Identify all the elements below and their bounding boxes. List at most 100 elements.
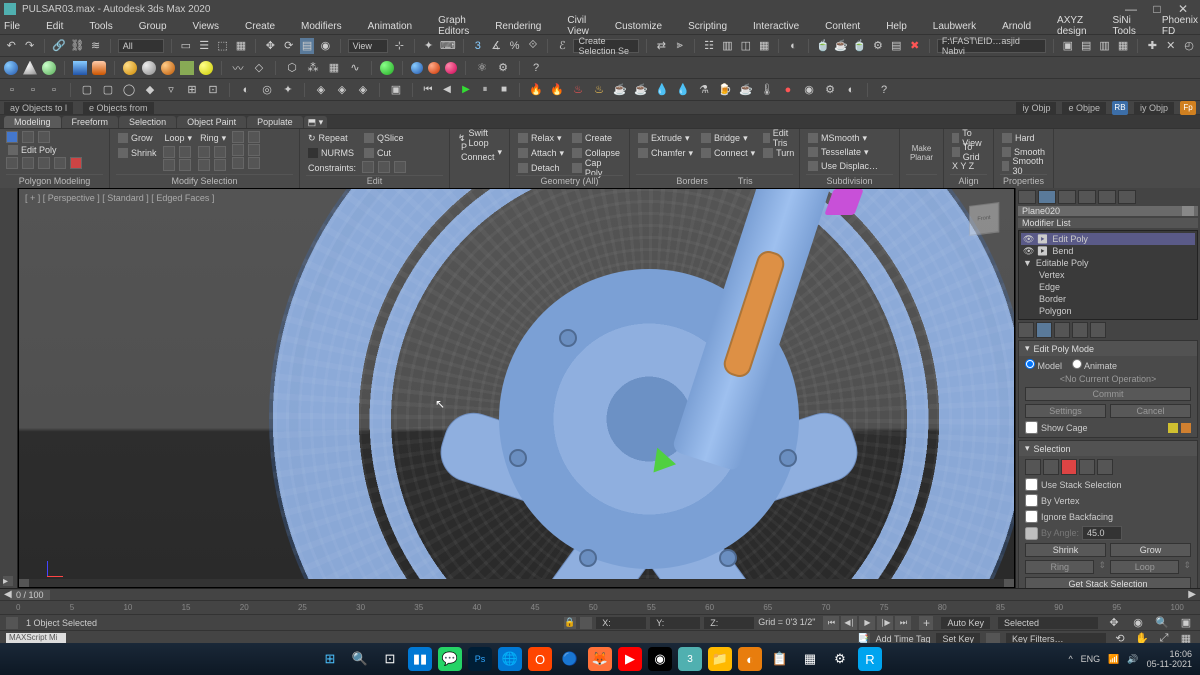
caphole-button[interactable]: Cap Poly	[570, 161, 623, 175]
play[interactable]: ▶	[859, 616, 875, 630]
menu-civil-view[interactable]: Civil View	[567, 15, 589, 37]
object-name-field[interactable]: Plane020	[1018, 206, 1198, 216]
create-button[interactable]: Create	[570, 131, 623, 145]
prev-key[interactable]: ◀∣	[841, 616, 857, 630]
t7[interactable]: ⊡	[205, 82, 221, 98]
extra-tool-g[interactable]: ◴	[1182, 38, 1196, 54]
material-editor-button[interactable]: ◐	[786, 38, 800, 54]
mirror-button[interactable]: ⇄	[654, 38, 668, 54]
menu-customize[interactable]: Customize	[615, 21, 662, 32]
togrid-button[interactable]: To Grid	[950, 145, 987, 159]
cyl-icon[interactable]	[92, 61, 106, 75]
new-scene-button[interactable]: ▫	[4, 82, 20, 98]
auto-key-button[interactable]: Auto Key	[941, 617, 990, 629]
fire-f-icon[interactable]: ☕	[633, 82, 649, 98]
app-b-icon[interactable]: ▦	[798, 647, 822, 671]
tray-chevron[interactable]: ^	[1068, 654, 1072, 664]
isolate-button[interactable]: +	[919, 616, 933, 630]
fire-a-icon[interactable]: 🔥	[528, 82, 544, 98]
path-display[interactable]: F:\FAST\EID…asjid Nabvi	[937, 39, 1046, 53]
qslice-button[interactable]: QSlice	[362, 131, 406, 145]
px-c-icon[interactable]: ☕	[738, 82, 754, 98]
help2-icon[interactable]: ?	[876, 82, 892, 98]
motion-panel-tab[interactable]	[1078, 190, 1096, 204]
photoshop-icon[interactable]: Ps	[468, 647, 492, 671]
time-slider[interactable]: ◀ 0 / 100 ▶	[0, 588, 1200, 600]
px-b-icon[interactable]: 🍺	[717, 82, 733, 98]
percent-snap-button[interactable]: %	[507, 38, 521, 54]
unlink-button[interactable]: ⛓	[70, 38, 84, 54]
rb-badge[interactable]: RB	[1112, 101, 1128, 115]
start-button[interactable]: ⊞	[318, 647, 342, 671]
plane-icon[interactable]	[180, 61, 194, 75]
tab-freeform[interactable]: Freeform	[62, 116, 119, 128]
loop-button[interactable]: Loop▾	[163, 131, 195, 145]
maximize-button[interactable]: □	[1144, 2, 1170, 16]
polygon-modeling-group[interactable]: Polygon Modeling	[6, 174, 103, 186]
whatsapp-icon[interactable]: 💬	[438, 647, 462, 671]
menu-interactive[interactable]: Interactive	[753, 21, 799, 32]
bind-button[interactable]: ≋	[88, 38, 102, 54]
compound-icon[interactable]: ⬡	[284, 60, 300, 76]
nav-a[interactable]: ✥	[1106, 615, 1122, 631]
select-by-name-button[interactable]: ☰	[197, 38, 211, 54]
nav-d[interactable]: ▣	[1178, 615, 1194, 631]
curve-editor-button[interactable]: ◫	[739, 38, 753, 54]
tab-toggle[interactable]: ⬒ ▾	[304, 116, 328, 128]
menu-rendering[interactable]: Rendering	[495, 21, 541, 32]
select-move-button[interactable]: ✥	[263, 38, 277, 54]
menu-laubwerk[interactable]: Laubwerk	[933, 21, 976, 32]
menu-phoenix-fd[interactable]: Phoenix FD	[1162, 15, 1198, 37]
t12[interactable]: ◈	[334, 82, 350, 98]
name-filter-c[interactable]: iy Objp	[1016, 102, 1056, 114]
widgets-button[interactable]: ▮▮	[408, 647, 432, 671]
select-scale-button[interactable]: ▤	[300, 38, 314, 54]
prev-frame-button[interactable]: ◀	[440, 83, 454, 97]
t9[interactable]: ◎	[259, 82, 275, 98]
t11[interactable]: ◈	[313, 82, 329, 98]
select-place-button[interactable]: ◉	[318, 38, 332, 54]
render-cloud-button[interactable]: ✖	[908, 38, 922, 54]
show-cage-checkbox[interactable]	[1025, 421, 1038, 434]
borders-group[interactable]: Borders	[676, 176, 708, 186]
attach-button[interactable]: Attach▾	[516, 146, 566, 160]
name-filter-a[interactable]: ay Objects to l	[4, 102, 73, 114]
viewport[interactable]: [ + ] [ Perspective ] [ Standard ] [ Edg…	[18, 188, 1015, 588]
angle-snap-button[interactable]: ∡	[489, 38, 503, 54]
menu-sini-tools[interactable]: SiNi Tools	[1113, 15, 1136, 37]
extra-tool-d[interactable]: ▦	[1116, 38, 1130, 54]
extra-tool-e[interactable]: ✚	[1145, 38, 1159, 54]
stack-sub-polygon[interactable]: Polygon	[1021, 305, 1195, 317]
hierarchy-panel-tab[interactable]	[1058, 190, 1076, 204]
extended-icon[interactable]: ◇	[251, 60, 267, 76]
ignore-backfacing-checkbox[interactable]	[1025, 510, 1038, 523]
z-coord[interactable]: Z:	[704, 617, 754, 629]
tray-lang[interactable]: ENG	[1081, 654, 1101, 664]
extra-tool-a[interactable]: ▣	[1061, 38, 1075, 54]
t3[interactable]: ◯	[121, 82, 137, 98]
transform-gizmo[interactable]	[649, 447, 689, 487]
tray-wifi[interactable]: 📶	[1108, 654, 1119, 665]
key-filter-dropdown[interactable]: Selected	[998, 617, 1098, 629]
schematic-button[interactable]: ▦	[757, 38, 771, 54]
animate-radio[interactable]: Animate	[1072, 359, 1117, 371]
modify-panel-tab[interactable]	[1038, 190, 1056, 204]
dynamics-icon[interactable]	[380, 61, 394, 75]
link-button[interactable]: 🔗	[52, 38, 66, 54]
pin-stack-button[interactable]	[1018, 322, 1034, 338]
helper-icon[interactable]	[445, 62, 457, 74]
cone-icon[interactable]	[23, 61, 37, 75]
liquid-b-icon[interactable]: 💧	[675, 82, 691, 98]
repeat-button[interactable]: ↻ Repeat	[306, 131, 358, 145]
stack-bend[interactable]: 👁 ▶ Bend	[1021, 245, 1195, 257]
menu-group[interactable]: Group	[139, 21, 167, 32]
spinner-snap-button[interactable]: ⟐	[526, 38, 540, 54]
make-unique-button[interactable]	[1054, 322, 1070, 338]
nurbs-icon[interactable]: ∿	[347, 60, 363, 76]
render-preset-button[interactable]: ▤	[889, 38, 903, 54]
pivot-button[interactable]: ⊹	[392, 38, 406, 54]
app-d-icon[interactable]: R	[858, 647, 882, 671]
name-filter-d[interactable]: e Objpe	[1062, 102, 1106, 114]
use-stack-checkbox[interactable]	[1025, 478, 1038, 491]
tab-modeling[interactable]: Modeling	[4, 116, 61, 128]
